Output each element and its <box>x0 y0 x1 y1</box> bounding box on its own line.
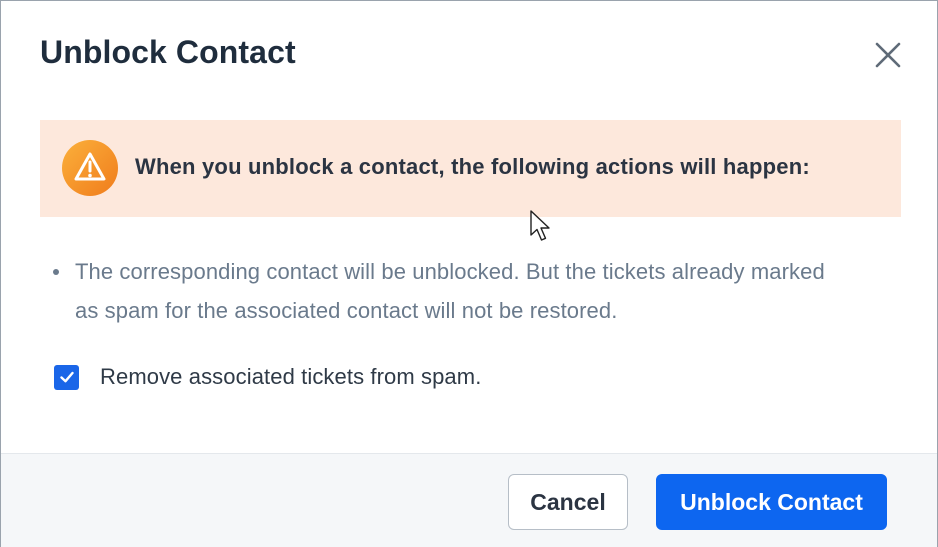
warning-text: When you unblock a contact, the followin… <box>135 154 810 179</box>
dialog-title: Unblock Contact <box>40 34 296 70</box>
close-icon[interactable] <box>871 38 905 72</box>
list-item-text: The corresponding contact will be unbloc… <box>75 259 825 323</box>
dialog-footer: Cancel Unblock Contact <box>1 453 937 547</box>
list-item: The corresponding contact will be unbloc… <box>53 252 853 330</box>
consequence-list: The corresponding contact will be unbloc… <box>53 252 853 330</box>
remove-from-spam-checkbox[interactable] <box>54 364 79 390</box>
remove-from-spam-option[interactable]: Remove associated tickets from spam. <box>54 364 481 390</box>
cancel-button[interactable]: Cancel <box>508 474 628 530</box>
mouse-pointer-icon <box>529 209 553 243</box>
remove-from-spam-label: Remove associated tickets from spam. <box>100 364 482 389</box>
unblock-contact-dialog: Unblock Contact When you unblock a conta… <box>0 0 938 547</box>
checkmark-icon <box>59 371 74 383</box>
warning-icon <box>61 139 119 197</box>
warning-banner: When you unblock a contact, the followin… <box>40 120 901 217</box>
dialog-header: Unblock Contact <box>1 1 937 109</box>
unblock-contact-button[interactable]: Unblock Contact <box>656 474 887 530</box>
bullet-dot <box>53 269 59 275</box>
